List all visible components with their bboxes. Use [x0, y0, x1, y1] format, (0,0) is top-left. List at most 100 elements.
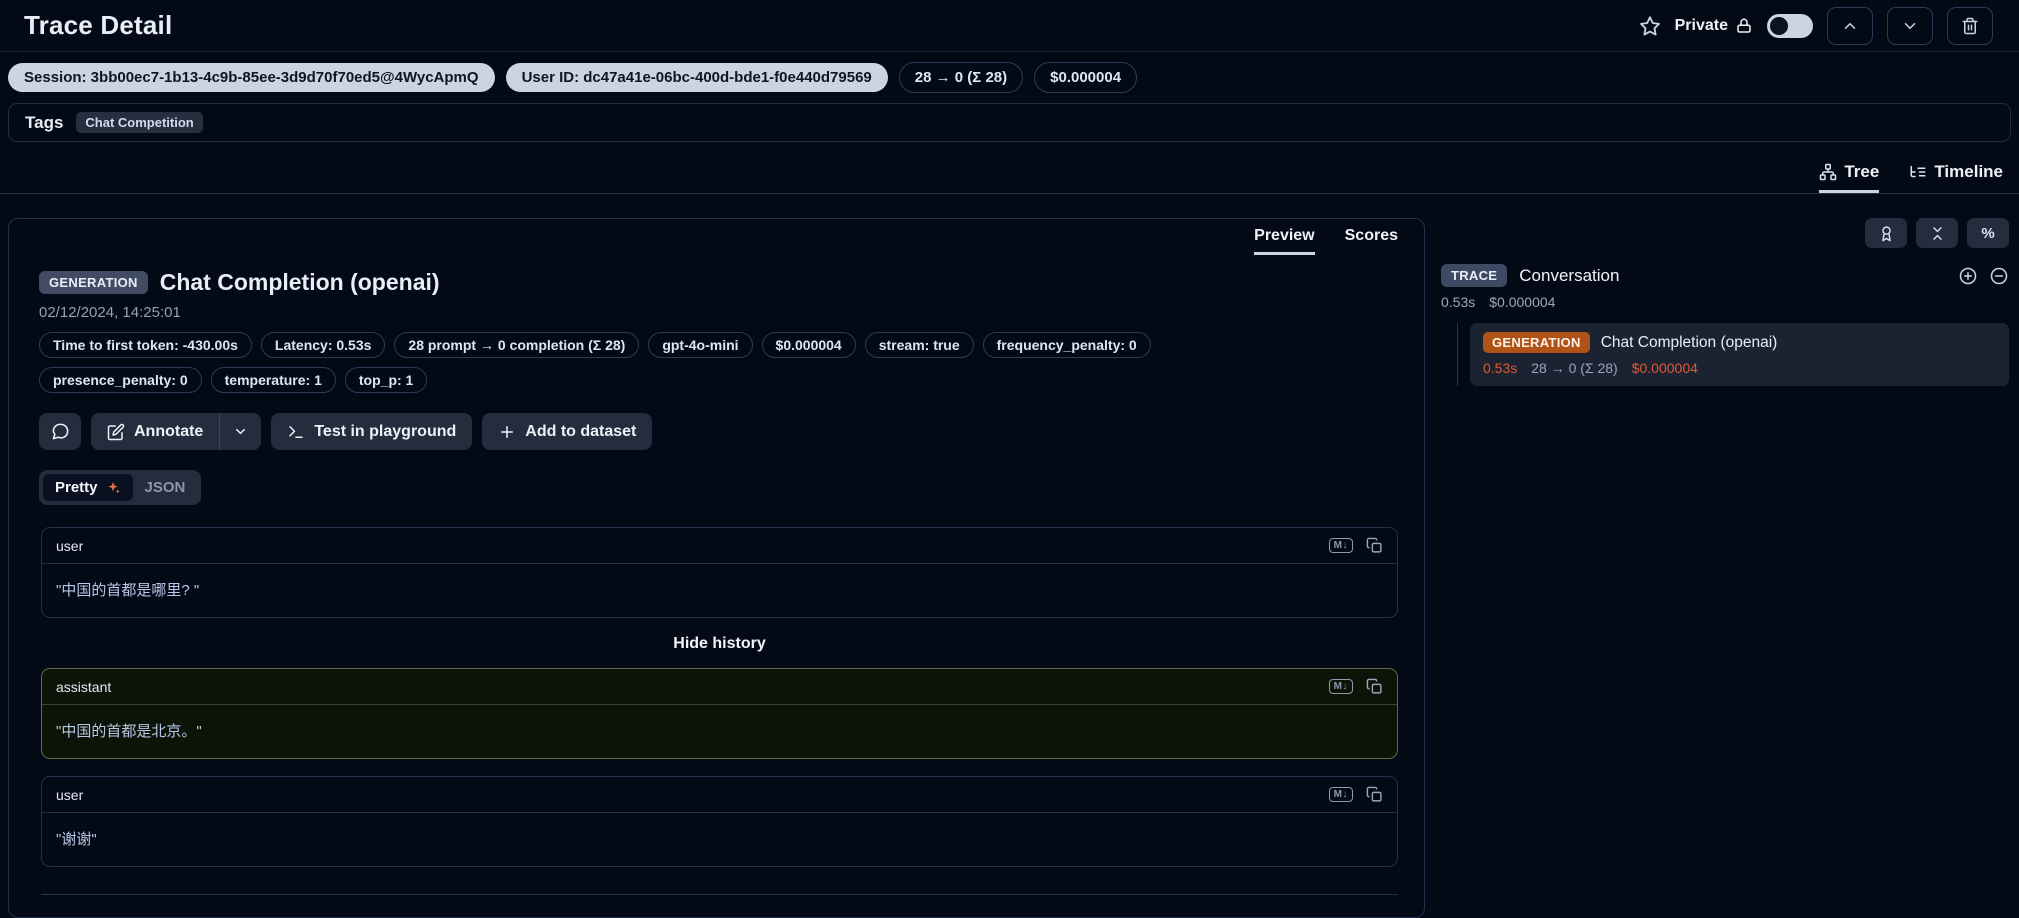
pretty-label: Pretty	[55, 479, 98, 496]
metric-pill: Time to first token: -430.00s	[39, 332, 252, 358]
message-role: user	[56, 538, 83, 554]
format-toggle: Pretty JSON	[39, 470, 201, 505]
trash-icon	[1961, 17, 1979, 35]
trace-title[interactable]: Conversation	[1519, 266, 1619, 286]
message-list: user M↓ "中国的首都是哪里? " Hide history assist…	[41, 527, 1398, 895]
message-assistant: assistant M↓ "中国的首都是北京。"	[41, 668, 1398, 759]
page-header: Trace Detail Private	[0, 0, 2019, 52]
playground-label: Test in playground	[314, 423, 456, 441]
add-to-dataset-button[interactable]: Add to dataset	[482, 413, 652, 450]
observation-timestamp: 02/12/2024, 14:25:01	[39, 304, 1394, 321]
user-id-badge[interactable]: User ID: dc47a41e-06bc-400d-bde1-f0e440d…	[506, 63, 888, 92]
observation-header: GENERATION Chat Completion (openai) 02/1…	[9, 255, 1424, 393]
generation-cost: $0.000004	[1632, 360, 1698, 376]
toggle-knob	[1770, 17, 1788, 35]
generation-type-badge: GENERATION	[39, 271, 148, 294]
main-content: Preview Scores GENERATION Chat Completio…	[0, 194, 2019, 795]
copy-icon[interactable]	[1366, 678, 1383, 695]
panel-tab-bar: Preview Scores	[9, 219, 1424, 255]
tab-timeline-label: Timeline	[1934, 162, 2003, 182]
timeline-icon	[1909, 163, 1927, 181]
pretty-toggle-button[interactable]: Pretty	[43, 474, 133, 501]
generation-type-badge: GENERATION	[1483, 332, 1590, 353]
message-content: "中国的首都是哪里? "	[42, 564, 1397, 617]
annotate-dropdown-button[interactable]	[220, 413, 261, 450]
metric-pill: presence_penalty: 0	[39, 367, 202, 393]
privacy-label: Private	[1675, 17, 1728, 35]
pen-square-icon	[107, 423, 125, 441]
trace-cost: $0.000004	[1489, 294, 1555, 310]
tab-scores[interactable]: Scores	[1345, 227, 1398, 255]
message-user-1: user M↓ "中国的首都是哪里? "	[41, 527, 1398, 618]
metric-pill: frequency_penalty: 0	[983, 332, 1151, 358]
message-role: user	[56, 787, 83, 803]
markdown-toggle-icon[interactable]: M↓	[1329, 538, 1353, 553]
message-header: user M↓	[42, 777, 1397, 813]
plus-icon	[498, 423, 516, 441]
observation-panel: Preview Scores GENERATION Chat Completio…	[8, 218, 1425, 918]
copy-icon[interactable]	[1366, 786, 1383, 803]
chevron-up-icon	[1841, 17, 1859, 35]
markdown-toggle-icon[interactable]: M↓	[1329, 679, 1353, 694]
metric-pill: top_p: 1	[345, 367, 427, 393]
json-toggle-button[interactable]: JSON	[133, 474, 198, 501]
token-usage-badge: 28 → 0 (Σ 28)	[899, 62, 1023, 93]
message-header: user M↓	[42, 528, 1397, 564]
comment-button[interactable]	[39, 413, 81, 450]
generation-node[interactable]: GENERATION Chat Completion (openai) 0.53…	[1470, 323, 2009, 386]
tree-indent: GENERATION Chat Completion (openai) 0.53…	[1457, 323, 2009, 386]
collapse-all-icon[interactable]	[1916, 218, 1958, 248]
tab-timeline[interactable]: Timeline	[1909, 162, 2003, 193]
metric-pill: Latency: 0.53s	[261, 332, 386, 358]
cost-badge: $0.000004	[1034, 62, 1137, 93]
metric-pill: stream: true	[865, 332, 974, 358]
expand-all-icon[interactable]	[1958, 266, 1978, 286]
comment-bubble-icon	[51, 422, 70, 441]
scores-award-icon[interactable]	[1865, 218, 1907, 248]
percent-metrics-icon[interactable]: %	[1967, 218, 2009, 248]
view-tab-bar: Tree Timeline	[0, 154, 2019, 194]
metric-pill: gpt-4o-mini	[648, 332, 752, 358]
tree-toolbar: %	[1441, 218, 2009, 248]
chevron-down-icon	[1901, 17, 1919, 35]
generation-latency: 0.53s	[1483, 360, 1517, 376]
collapse-node-icon[interactable]	[1989, 266, 2009, 286]
next-trace-button[interactable]	[1887, 7, 1933, 45]
message-role: assistant	[56, 679, 111, 695]
previous-trace-button[interactable]	[1827, 7, 1873, 45]
clipped-next-block-edge	[41, 894, 1398, 895]
tag-chip[interactable]: Chat Competition	[76, 112, 202, 133]
hide-history-button[interactable]: Hide history	[41, 618, 1398, 668]
annotate-label: Annotate	[134, 423, 203, 441]
observation-actions: Annotate Test in playground Add to datas…	[9, 413, 1424, 450]
message-content: "谢谢"	[42, 813, 1397, 866]
terminal-icon	[287, 423, 305, 441]
lock-icon	[1735, 17, 1753, 35]
tab-preview[interactable]: Preview	[1254, 227, 1314, 255]
annotate-button[interactable]: Annotate	[91, 413, 219, 450]
trace-type-badge: TRACE	[1441, 264, 1507, 287]
trace-meta-badges: Session: 3bb00ec7-1b13-4c9b-85ee-3d9d70f…	[0, 52, 2019, 99]
privacy-toggle[interactable]	[1767, 14, 1813, 38]
trace-tree-sidebar: % TRACE Conversation 0.53s $0.000004 GEN…	[1441, 218, 2011, 795]
metric-pill: temperature: 1	[211, 367, 336, 393]
message-content: "中国的首都是北京。"	[42, 705, 1397, 758]
message-user-2: user M↓ "谢谢"	[41, 776, 1398, 867]
tab-tree[interactable]: Tree	[1819, 162, 1879, 193]
metric-pill: $0.000004	[762, 332, 856, 358]
markdown-toggle-icon[interactable]: M↓	[1329, 787, 1353, 802]
test-in-playground-button[interactable]: Test in playground	[271, 413, 472, 450]
observation-title: Chat Completion (openai)	[160, 269, 440, 296]
trace-latency: 0.53s	[1441, 294, 1475, 310]
delete-trace-button[interactable]	[1947, 7, 1993, 45]
trace-root-row[interactable]: TRACE Conversation	[1441, 264, 2009, 287]
sparkles-icon	[105, 480, 121, 496]
copy-icon[interactable]	[1366, 537, 1383, 554]
add-to-dataset-label: Add to dataset	[525, 423, 636, 441]
page-title: Trace Detail	[24, 10, 172, 41]
session-badge[interactable]: Session: 3bb00ec7-1b13-4c9b-85ee-3d9d70f…	[8, 63, 495, 92]
bookmark-star-icon[interactable]	[1639, 15, 1661, 37]
chevron-down-icon	[233, 424, 248, 439]
header-actions: Private	[1639, 7, 1993, 45]
tags-label: Tags	[25, 113, 63, 133]
